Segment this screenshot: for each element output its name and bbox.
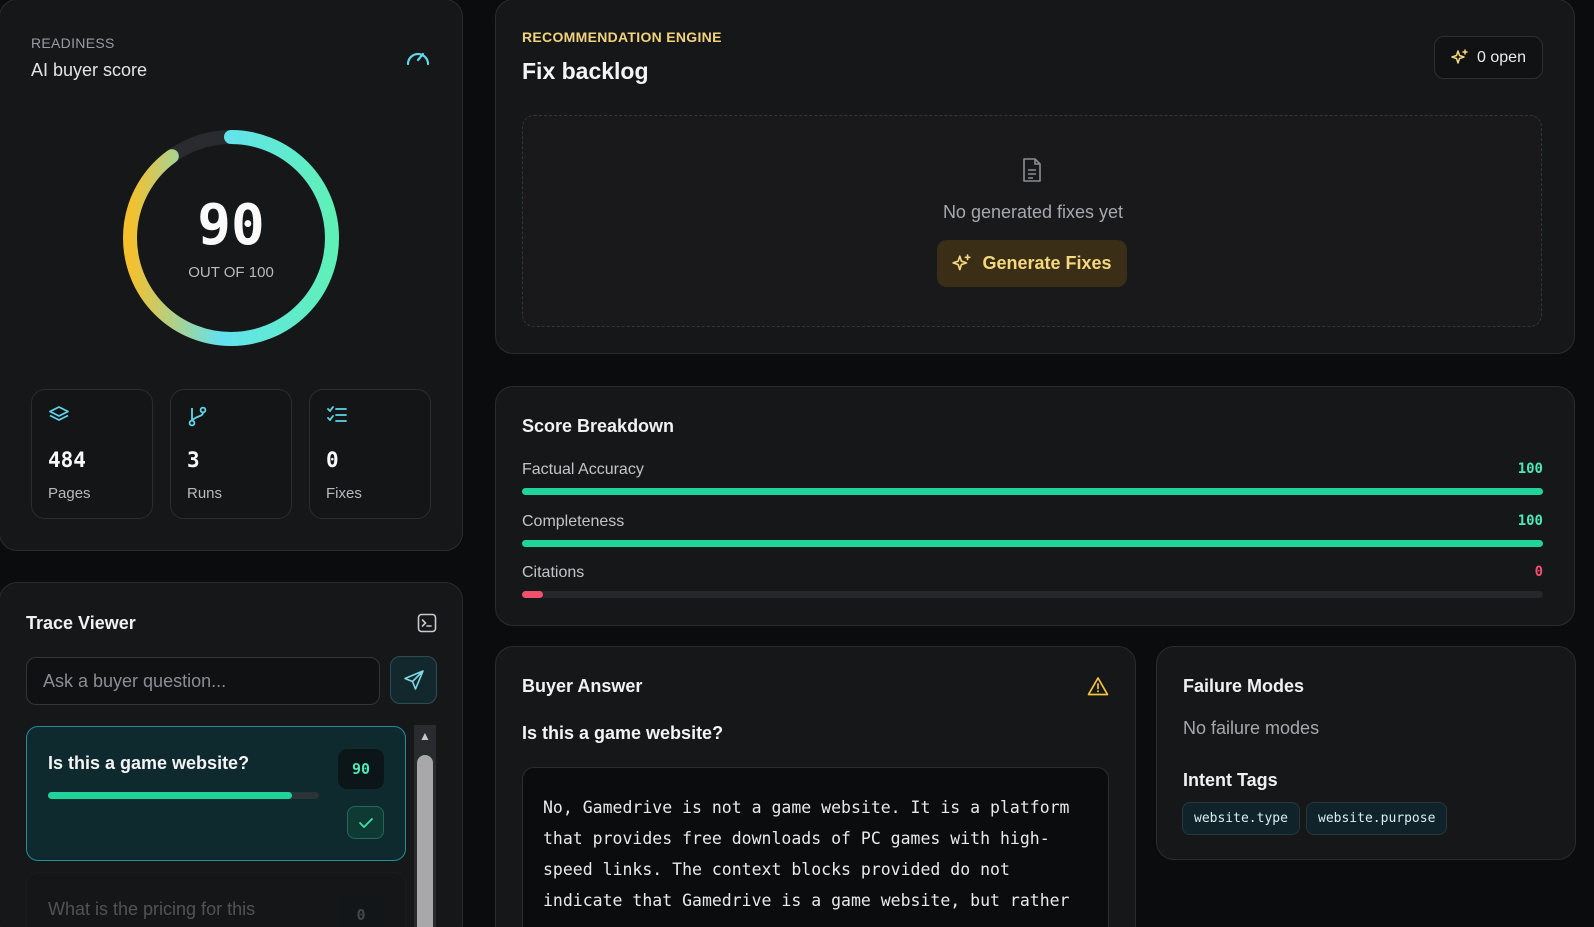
- metric-track: [522, 591, 1543, 598]
- document-icon: [1021, 157, 1043, 188]
- backlog-title: Fix backlog: [522, 58, 649, 84]
- sparkles-icon: [1451, 48, 1468, 64]
- trace-score-bar: [48, 792, 319, 799]
- buyer-answer-card: Buyer Answer Is this a game website? No,…: [495, 646, 1136, 927]
- send-button[interactable]: [390, 656, 437, 704]
- trace-question: What is the pricing for this: [48, 899, 256, 919]
- metric-name: Citations: [522, 564, 585, 581]
- score-ring: 90 OUT OF 100: [122, 129, 340, 347]
- intent-tag[interactable]: website.purpose: [1306, 802, 1448, 835]
- open-count-button[interactable]: 0 open: [1434, 36, 1543, 79]
- warning-icon: [1087, 676, 1109, 701]
- backlog-eyebrow: RECOMMENDATION ENGINE: [522, 29, 722, 45]
- metric-name: Completeness: [522, 513, 625, 530]
- intent-tags-title: Intent Tags: [1183, 770, 1278, 790]
- failure-modes-empty: No failure modes: [1183, 718, 1320, 738]
- buyer-answer-title: Buyer Answer: [522, 676, 643, 696]
- score-value: 90: [197, 193, 265, 258]
- trace-question: Is this a game website?: [48, 753, 250, 773]
- trace-item[interactable]: What is the pricing for this 0: [26, 872, 406, 927]
- metric-fill: [522, 540, 1543, 547]
- stat-value: 0: [326, 448, 339, 472]
- stat-label: Runs: [187, 485, 223, 502]
- scroll-thumb[interactable]: [417, 755, 433, 927]
- stat-pages: 484 Pages: [31, 389, 153, 519]
- trace-scrollbar[interactable]: ▲: [414, 725, 436, 927]
- layers-icon: [48, 405, 70, 430]
- sparkles-icon: [952, 253, 972, 270]
- failure-modes-title: Failure Modes: [1183, 676, 1305, 696]
- buyer-answer-question: Is this a game website?: [522, 723, 724, 743]
- trace-viewer-title: Trace Viewer: [26, 613, 136, 633]
- metric-fill: [522, 488, 1543, 495]
- fix-backlog-card: RECOMMENDATION ENGINE Fix backlog 0 open…: [495, 0, 1575, 354]
- check-button[interactable]: [347, 806, 384, 839]
- send-icon: [403, 670, 424, 690]
- trace-item[interactable]: Is this a game website? 90: [26, 726, 406, 861]
- stat-label: Pages: [48, 485, 91, 502]
- terminal-icon[interactable]: [417, 613, 437, 638]
- generate-fixes-label: Generate Fixes: [982, 253, 1112, 273]
- metric-value: 0: [1534, 564, 1543, 580]
- check-icon: [358, 817, 373, 828]
- metric-fill: [522, 591, 543, 598]
- empty-message: No generated fixes yet: [942, 202, 1124, 222]
- stat-value: 3: [187, 448, 200, 472]
- score-breakdown-card: Score Breakdown Factual Accuracy 100 Com…: [495, 386, 1575, 626]
- trace-viewer-card: Trace Viewer Is this a game website? 90 …: [0, 582, 463, 927]
- intent-tag[interactable]: website.type: [1182, 802, 1300, 835]
- readiness-card: READINESS AI buyer score 90 OUT OF 100 4…: [0, 0, 463, 551]
- metric-value: 100: [1517, 461, 1543, 477]
- buyer-question-input[interactable]: [26, 657, 380, 705]
- breakdown-title: Score Breakdown: [522, 416, 675, 436]
- trace-score-bar-fill: [48, 792, 292, 799]
- metric-value: 100: [1517, 513, 1543, 529]
- generate-fixes-button[interactable]: Generate Fixes: [937, 240, 1127, 287]
- stat-label: Fixes: [326, 485, 362, 502]
- metric-track: [522, 540, 1543, 547]
- stat-fixes: 0 Fixes: [309, 389, 431, 519]
- metric-name: Factual Accuracy: [522, 461, 644, 478]
- failure-modes-card: Failure Modes No failure modes Intent Ta…: [1156, 646, 1576, 860]
- stat-runs: 3 Runs: [170, 389, 292, 519]
- git-branch-icon: [187, 405, 209, 432]
- scroll-up-arrow-icon[interactable]: ▲: [414, 725, 436, 747]
- stat-value: 484: [48, 448, 86, 472]
- metric-track: [522, 488, 1543, 495]
- buyer-answer-text: No, Gamedrive is not a game website. It …: [522, 767, 1109, 927]
- gauge-icon: [405, 46, 431, 73]
- open-count-label: 0 open: [1477, 48, 1526, 66]
- score-caption: OUT OF 100: [188, 264, 274, 281]
- trace-score-badge: 0: [338, 895, 384, 927]
- readiness-subtitle: AI buyer score: [31, 60, 148, 80]
- empty-state: No generated fixes yet Generate Fixes: [522, 115, 1542, 327]
- list-checks-icon: [326, 405, 348, 430]
- trace-score-badge: 90: [338, 749, 384, 789]
- readiness-eyebrow: READINESS: [31, 35, 115, 51]
